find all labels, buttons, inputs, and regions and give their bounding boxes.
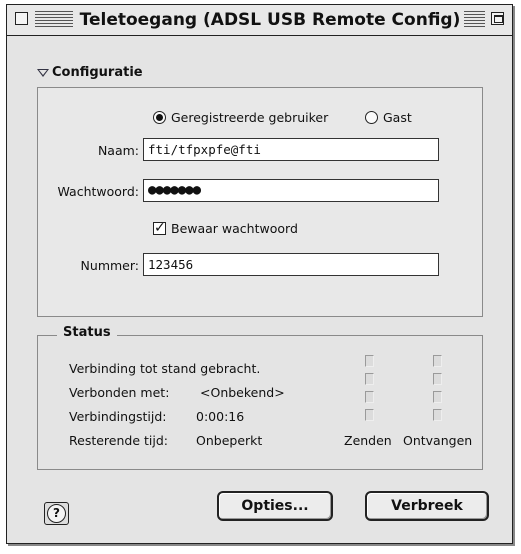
password-label: Wachtwoord: xyxy=(57,184,139,199)
receive-indicator-icon xyxy=(433,373,442,385)
connection-status-text: Verbinding tot stand gebracht. xyxy=(69,361,261,376)
config-section-label: Configuratie xyxy=(52,65,143,80)
send-indicator-icon xyxy=(365,391,374,403)
save-password-checkbox[interactable]: ✓ xyxy=(153,221,166,235)
title-bar-stripes-right xyxy=(464,11,485,28)
name-label: Naam: xyxy=(97,143,139,158)
disconnect-button[interactable]: Verbreek xyxy=(365,491,489,521)
remaining-time-value: Onbeperkt xyxy=(196,433,263,448)
close-box-icon[interactable] xyxy=(15,12,28,25)
registered-user-label: Geregistreerde gebruiker xyxy=(171,110,329,125)
connection-time-value: 0:00:16 xyxy=(196,409,245,424)
send-indicator-icon xyxy=(365,355,374,367)
window: Teletoegang (ADSL USB Remote Config) Con… xyxy=(6,4,513,544)
save-password-label: Bewaar wachtwoord xyxy=(171,221,298,236)
password-field[interactable]: ●●●●●●● xyxy=(143,179,439,202)
help-button[interactable]: ? xyxy=(44,502,69,525)
registered-user-radio[interactable] xyxy=(153,111,166,124)
number-label: Nummer: xyxy=(80,258,139,273)
number-field[interactable]: 123456 xyxy=(143,253,439,276)
options-button[interactable]: Opties... xyxy=(217,491,333,521)
guest-label: Gast xyxy=(383,110,412,125)
send-indicator-icon xyxy=(365,409,374,421)
help-icon: ? xyxy=(47,504,66,523)
config-section-title: Configuratie xyxy=(33,65,143,80)
receive-indicator-icon xyxy=(433,355,442,367)
title-bar[interactable]: Teletoegang (ADSL USB Remote Config) xyxy=(7,5,512,36)
receive-indicator-icon xyxy=(433,391,442,403)
name-field[interactable]: fti/tfpxpfe@fti xyxy=(143,138,439,161)
zoom-box-icon[interactable] xyxy=(491,12,504,25)
status-panel xyxy=(37,335,483,470)
status-section-title: Status xyxy=(57,325,117,340)
connected-with-value: <Onbekend> xyxy=(200,385,285,400)
guest-radio[interactable] xyxy=(365,111,378,124)
connection-time-label: Verbindingstijd: xyxy=(69,409,167,424)
title-bar-stripes-left xyxy=(35,11,73,28)
receive-label: Ontvangen xyxy=(403,433,473,448)
send-indicator-icon xyxy=(365,373,374,385)
window-title: Teletoegang (ADSL USB Remote Config) xyxy=(79,9,461,31)
remaining-time-label: Resterende tijd: xyxy=(69,433,168,448)
send-label: Zenden xyxy=(344,433,392,448)
connected-with-label: Verbonden met: xyxy=(69,385,170,400)
receive-indicator-icon xyxy=(433,409,442,421)
